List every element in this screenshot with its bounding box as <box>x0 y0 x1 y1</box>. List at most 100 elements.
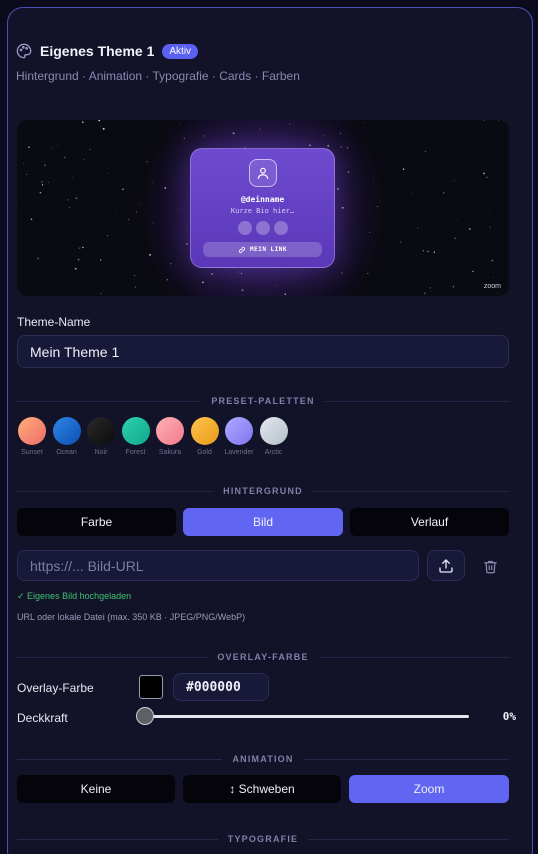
star <box>179 124 181 126</box>
star <box>241 289 244 292</box>
star <box>141 203 143 204</box>
preview-social-dots <box>238 221 288 235</box>
user-icon <box>257 167 269 179</box>
preset-name: Sunset <box>21 449 43 456</box>
star <box>39 191 42 194</box>
star <box>341 206 344 209</box>
overlay-color-picker[interactable] <box>139 675 163 699</box>
star <box>347 171 350 173</box>
star <box>83 158 85 161</box>
star <box>423 292 426 295</box>
overlay-color-label: Overlay-Farbe <box>17 681 94 695</box>
section-presets: PRESET-PALETTEN <box>17 395 509 407</box>
star <box>108 173 110 174</box>
star <box>77 258 80 261</box>
preset-swatch-lavender[interactable]: Lavender <box>224 417 254 456</box>
star <box>170 263 172 265</box>
star <box>78 247 81 250</box>
star <box>402 168 405 170</box>
star <box>107 235 108 237</box>
star <box>203 135 205 137</box>
section-animation-title: ANIMATION <box>232 754 294 764</box>
preset-color-dot <box>156 417 184 445</box>
preview-card: @deinname Kurze Bio hier… MEIN LINK <box>190 148 335 268</box>
star <box>186 243 188 245</box>
theme-name-input[interactable] <box>17 335 509 368</box>
anim-zoom[interactable]: Zoom <box>349 775 509 803</box>
section-background: HINTERGRUND <box>17 485 510 497</box>
star <box>98 120 101 122</box>
opacity-slider-track[interactable] <box>145 715 469 718</box>
preview-bio: Kurze Bio hier… <box>230 207 295 215</box>
preset-name: Arctic <box>264 449 283 456</box>
preset-color-dot <box>18 417 46 445</box>
star <box>186 230 188 232</box>
animation-tabs: Keine ↕ Schweben Zoom <box>17 775 509 803</box>
section-background-title: HINTERGRUND <box>223 486 303 496</box>
star <box>74 267 77 270</box>
star <box>133 274 136 277</box>
theme-preview: @deinname Kurze Bio hier… MEIN LINK zoom <box>17 120 509 296</box>
star <box>259 128 261 130</box>
star <box>149 254 151 256</box>
star <box>135 211 138 213</box>
star <box>69 206 71 208</box>
image-url-input[interactable] <box>17 550 419 581</box>
upload-button[interactable] <box>427 550 465 581</box>
upload-status: ✓ Eigenes Bild hochgeladen <box>17 591 132 601</box>
star <box>492 276 494 278</box>
star <box>472 270 474 273</box>
preset-color-dot <box>87 417 115 445</box>
trash-icon <box>483 560 497 573</box>
star <box>25 173 28 176</box>
star <box>63 156 66 159</box>
anim-keine[interactable]: Keine <box>17 775 175 803</box>
preset-swatch-gold[interactable]: Gold <box>190 417 220 456</box>
star <box>177 209 179 211</box>
preset-swatch-forest[interactable]: Forest <box>121 417 151 456</box>
star <box>327 144 330 147</box>
social-dot <box>256 221 270 235</box>
star <box>30 218 33 220</box>
tab-verlauf[interactable]: Verlauf <box>350 508 509 536</box>
star <box>346 147 349 149</box>
star <box>240 272 243 275</box>
star <box>443 192 445 194</box>
preset-swatch-sakura[interactable]: Sakura <box>155 417 185 456</box>
preset-name: Sakura <box>158 449 182 456</box>
star <box>211 273 213 275</box>
star <box>127 218 130 221</box>
star <box>453 180 455 182</box>
star <box>102 127 105 130</box>
tab-bild[interactable]: Bild <box>183 508 343 536</box>
status-badge: Aktiv <box>162 43 199 59</box>
anim-schweben[interactable]: ↕ Schweben <box>183 775 341 803</box>
opacity-slider-thumb[interactable] <box>136 707 154 725</box>
preset-swatch-sunset[interactable]: Sunset <box>17 417 47 456</box>
upload-icon <box>439 558 453 573</box>
star <box>363 122 364 123</box>
delete-button[interactable] <box>478 554 502 578</box>
star <box>456 219 458 221</box>
star <box>427 250 429 253</box>
star <box>468 228 471 230</box>
star <box>232 132 235 135</box>
tab-farbe[interactable]: Farbe <box>17 508 176 536</box>
star <box>152 222 154 224</box>
social-dot <box>274 221 288 235</box>
preview-link-button: MEIN LINK <box>203 242 322 257</box>
link-icon <box>238 246 246 253</box>
preset-swatch-noir[interactable]: Noir <box>86 417 116 456</box>
preset-swatch-arctic[interactable]: Arctic <box>259 417 289 456</box>
star <box>424 150 427 152</box>
star <box>339 132 342 135</box>
star <box>452 286 454 288</box>
star <box>100 259 102 261</box>
preset-swatch-ocean[interactable]: Ocean <box>52 417 82 456</box>
overlay-hex-input[interactable] <box>173 673 269 701</box>
star <box>367 272 369 275</box>
section-overlay-title: OVERLAY-FARBE <box>217 652 309 662</box>
star <box>491 259 494 262</box>
star <box>376 206 378 208</box>
star <box>48 182 49 184</box>
